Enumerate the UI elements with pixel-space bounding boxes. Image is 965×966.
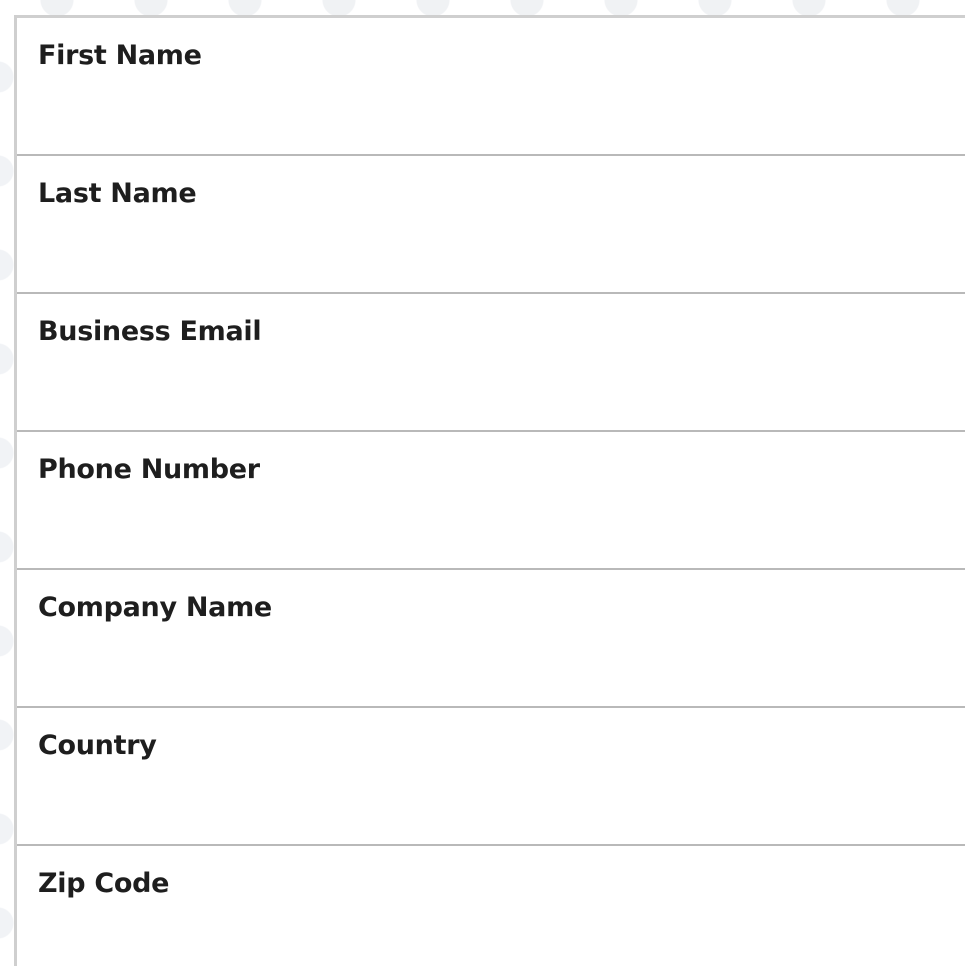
- last-name-field[interactable]: Last Name: [17, 156, 965, 294]
- last-name-input[interactable]: [38, 226, 965, 280]
- zip-code-field[interactable]: Zip Code: [17, 846, 965, 966]
- phone-number-field[interactable]: Phone Number: [17, 432, 965, 570]
- business-email-field[interactable]: Business Email: [17, 294, 965, 432]
- business-email-label: Business Email: [38, 316, 262, 347]
- phone-number-input[interactable]: [38, 502, 965, 556]
- country-label: Country: [38, 730, 157, 761]
- zip-code-input[interactable]: [38, 916, 965, 966]
- first-name-field[interactable]: First Name: [17, 18, 965, 156]
- contact-form: First Name Last Name Business Email Phon…: [14, 15, 965, 966]
- business-email-input[interactable]: [38, 364, 965, 418]
- first-name-label: First Name: [38, 40, 202, 71]
- company-name-field[interactable]: Company Name: [17, 570, 965, 708]
- company-name-label: Company Name: [38, 592, 272, 623]
- company-name-input[interactable]: [38, 640, 965, 694]
- zip-code-label: Zip Code: [38, 868, 170, 899]
- first-name-input[interactable]: [38, 88, 965, 142]
- phone-number-label: Phone Number: [38, 454, 260, 485]
- country-select[interactable]: Country: [17, 708, 965, 846]
- last-name-label: Last Name: [38, 178, 197, 209]
- page: First Name Last Name Business Email Phon…: [0, 0, 965, 966]
